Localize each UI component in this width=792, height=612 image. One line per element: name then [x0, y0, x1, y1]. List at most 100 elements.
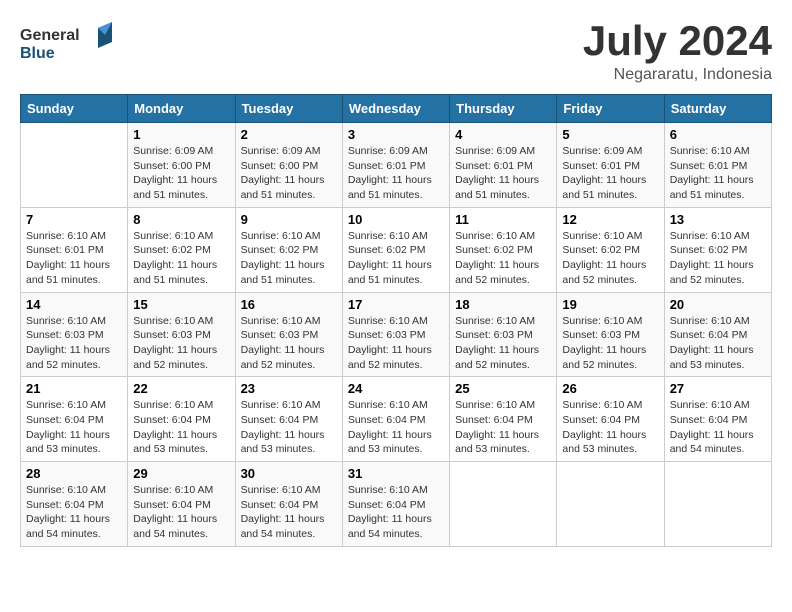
calendar-cell: 9 Sunrise: 6:10 AM Sunset: 6:02 PM Daylig…: [235, 207, 342, 292]
calendar-cell: 23Sunrise: 6:10 AM Sunset: 6:04 PM Dayli…: [235, 377, 342, 462]
day-number: 29: [133, 466, 229, 481]
calendar-cell: 5 Sunrise: 6:09 AM Sunset: 6:01 PM Daylig…: [557, 123, 664, 208]
day-info: Sunrise: 6:10 AM Sunset: 6:04 PM Dayligh…: [241, 483, 337, 542]
calendar-cell: 29 Sunrise: 6:10 AM Sunset: 6:04 PM Dayli…: [128, 462, 235, 547]
day-number: 26: [562, 381, 658, 396]
weekday-header: Friday: [557, 95, 664, 123]
weekday-header: Monday: [128, 95, 235, 123]
day-number: 8: [133, 212, 229, 227]
weekday-header: Thursday: [450, 95, 557, 123]
day-number: 20: [670, 297, 766, 312]
month-title: July 2024: [583, 20, 772, 62]
day-number: 27: [670, 381, 766, 396]
day-info: Sunrise: 6:10 AM Sunset: 6:02 PM Dayligh…: [348, 229, 444, 288]
calendar-cell: 14 Sunrise: 6:10 AM Sunset: 6:03 PM Dayli…: [21, 292, 128, 377]
day-info: Sunrise: 6:10 AM Sunset: 6:04 PM Dayligh…: [26, 483, 122, 542]
calendar-cell: 18 Sunrise: 6:10 AM Sunset: 6:03 PM Dayli…: [450, 292, 557, 377]
svg-text:General: General: [20, 27, 80, 44]
page-header: General Blue July 2024 Negararatu, Indon…: [20, 20, 772, 84]
day-number: 18: [455, 297, 551, 312]
calendar-cell: 4 Sunrise: 6:09 AM Sunset: 6:01 PM Daylig…: [450, 123, 557, 208]
day-info: Sunrise: 6:10 AM Sunset: 6:04 PM Dayligh…: [562, 398, 658, 457]
day-number: 16: [241, 297, 337, 312]
day-number: 14: [26, 297, 122, 312]
day-number: 4: [455, 127, 551, 142]
calendar-week-row: 1Sunrise: 6:09 AM Sunset: 6:00 PM Daylig…: [21, 123, 772, 208]
calendar-cell: 6 Sunrise: 6:10 AM Sunset: 6:01 PM Daylig…: [664, 123, 771, 208]
calendar-cell: 10 Sunrise: 6:10 AM Sunset: 6:02 PM Dayli…: [342, 207, 449, 292]
calendar-cell: 28 Sunrise: 6:10 AM Sunset: 6:04 PM Dayli…: [21, 462, 128, 547]
calendar-week-row: 14 Sunrise: 6:10 AM Sunset: 6:03 PM Dayli…: [21, 292, 772, 377]
calendar-cell: 17Sunrise: 6:10 AM Sunset: 6:03 PM Dayli…: [342, 292, 449, 377]
logo: General Blue: [20, 20, 120, 70]
day-info: Sunrise: 6:10 AM Sunset: 6:04 PM Dayligh…: [133, 398, 229, 457]
day-number: 10: [348, 212, 444, 227]
calendar-cell: 7 Sunrise: 6:10 AM Sunset: 6:01 PM Daylig…: [21, 207, 128, 292]
weekday-header: Wednesday: [342, 95, 449, 123]
location: Negararatu, Indonesia: [583, 66, 772, 84]
calendar-cell: [557, 462, 664, 547]
day-info: Sunrise: 6:10 AM Sunset: 6:04 PM Dayligh…: [26, 398, 122, 457]
day-info: Sunrise: 6:10 AM Sunset: 6:04 PM Dayligh…: [348, 398, 444, 457]
day-number: 5: [562, 127, 658, 142]
calendar-cell: 16 Sunrise: 6:10 AM Sunset: 6:03 PM Dayli…: [235, 292, 342, 377]
calendar-cell: [664, 462, 771, 547]
day-info: Sunrise: 6:10 AM Sunset: 6:02 PM Dayligh…: [562, 229, 658, 288]
weekday-header: Saturday: [664, 95, 771, 123]
calendar-cell: [21, 123, 128, 208]
weekday-header: Tuesday: [235, 95, 342, 123]
day-info: Sunrise: 6:10 AM Sunset: 6:02 PM Dayligh…: [670, 229, 766, 288]
day-number: 15: [133, 297, 229, 312]
calendar-cell: [450, 462, 557, 547]
day-info: Sunrise: 6:09 AM Sunset: 6:01 PM Dayligh…: [348, 144, 444, 203]
day-info: Sunrise: 6:10 AM Sunset: 6:03 PM Dayligh…: [26, 314, 122, 373]
calendar-cell: 15 Sunrise: 6:10 AM Sunset: 6:03 PM Dayli…: [128, 292, 235, 377]
day-info: Sunrise: 6:10 AM Sunset: 6:03 PM Dayligh…: [133, 314, 229, 373]
day-number: 2: [241, 127, 337, 142]
calendar-cell: 12Sunrise: 6:10 AM Sunset: 6:02 PM Dayli…: [557, 207, 664, 292]
day-info: Sunrise: 6:10 AM Sunset: 6:02 PM Dayligh…: [241, 229, 337, 288]
day-info: Sunrise: 6:09 AM Sunset: 6:01 PM Dayligh…: [455, 144, 551, 203]
day-number: 3: [348, 127, 444, 142]
day-number: 23: [241, 381, 337, 396]
day-number: 19: [562, 297, 658, 312]
calendar-cell: 1Sunrise: 6:09 AM Sunset: 6:00 PM Daylig…: [128, 123, 235, 208]
day-number: 17: [348, 297, 444, 312]
calendar-cell: 22Sunrise: 6:10 AM Sunset: 6:04 PM Dayli…: [128, 377, 235, 462]
calendar-cell: 24 Sunrise: 6:10 AM Sunset: 6:04 PM Dayli…: [342, 377, 449, 462]
calendar-cell: 20 Sunrise: 6:10 AM Sunset: 6:04 PM Dayli…: [664, 292, 771, 377]
day-info: Sunrise: 6:10 AM Sunset: 6:03 PM Dayligh…: [562, 314, 658, 373]
calendar-cell: 11Sunrise: 6:10 AM Sunset: 6:02 PM Dayli…: [450, 207, 557, 292]
day-info: Sunrise: 6:10 AM Sunset: 6:03 PM Dayligh…: [455, 314, 551, 373]
title-block: July 2024 Negararatu, Indonesia: [583, 20, 772, 84]
day-number: 6: [670, 127, 766, 142]
day-info: Sunrise: 6:10 AM Sunset: 6:02 PM Dayligh…: [133, 229, 229, 288]
day-number: 11: [455, 212, 551, 227]
day-info: Sunrise: 6:10 AM Sunset: 6:04 PM Dayligh…: [133, 483, 229, 542]
day-number: 9: [241, 212, 337, 227]
day-number: 1: [133, 127, 229, 142]
calendar-cell: 30 Sunrise: 6:10 AM Sunset: 6:04 PM Dayli…: [235, 462, 342, 547]
calendar-cell: 26 Sunrise: 6:10 AM Sunset: 6:04 PM Dayli…: [557, 377, 664, 462]
calendar-cell: 31Sunrise: 6:10 AM Sunset: 6:04 PM Dayli…: [342, 462, 449, 547]
day-number: 30: [241, 466, 337, 481]
logo-text: General Blue: [20, 20, 120, 70]
day-info: Sunrise: 6:10 AM Sunset: 6:04 PM Dayligh…: [670, 314, 766, 373]
day-number: 31: [348, 466, 444, 481]
day-info: Sunrise: 6:10 AM Sunset: 6:03 PM Dayligh…: [241, 314, 337, 373]
day-number: 7: [26, 212, 122, 227]
calendar-week-row: 21 Sunrise: 6:10 AM Sunset: 6:04 PM Dayli…: [21, 377, 772, 462]
day-info: Sunrise: 6:10 AM Sunset: 6:01 PM Dayligh…: [26, 229, 122, 288]
day-info: Sunrise: 6:10 AM Sunset: 6:01 PM Dayligh…: [670, 144, 766, 203]
day-number: 24: [348, 381, 444, 396]
calendar-cell: 25Sunrise: 6:10 AM Sunset: 6:04 PM Dayli…: [450, 377, 557, 462]
day-info: Sunrise: 6:10 AM Sunset: 6:04 PM Dayligh…: [455, 398, 551, 457]
day-number: 28: [26, 466, 122, 481]
day-number: 13: [670, 212, 766, 227]
calendar-cell: 27 Sunrise: 6:10 AM Sunset: 6:04 PM Dayli…: [664, 377, 771, 462]
calendar-cell: 2Sunrise: 6:09 AM Sunset: 6:00 PM Daylig…: [235, 123, 342, 208]
day-info: Sunrise: 6:10 AM Sunset: 6:04 PM Dayligh…: [670, 398, 766, 457]
day-info: Sunrise: 6:09 AM Sunset: 6:01 PM Dayligh…: [562, 144, 658, 203]
calendar-week-row: 7 Sunrise: 6:10 AM Sunset: 6:01 PM Daylig…: [21, 207, 772, 292]
day-number: 21: [26, 381, 122, 396]
